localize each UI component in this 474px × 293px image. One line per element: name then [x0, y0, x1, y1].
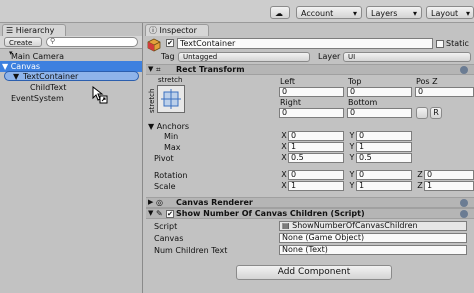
- account-dropdown[interactable]: Account ▾: [296, 6, 362, 19]
- create-button[interactable]: Create ▾: [4, 37, 42, 57]
- left-label: Left: [280, 77, 296, 86]
- min-x-field[interactable]: 0: [288, 131, 344, 141]
- max-x-field[interactable]: 1: [288, 142, 344, 152]
- anchor-preset-label-top: stretch: [158, 76, 183, 84]
- rotation-label: Rotation: [154, 171, 188, 180]
- script-file-icon: ▤: [282, 221, 290, 230]
- scale-z-field[interactable]: 1: [424, 181, 474, 191]
- canvas-renderer-icon: ◎: [156, 198, 163, 207]
- static-checkbox[interactable]: [436, 40, 444, 48]
- pivot-x-axis-label: X: [281, 153, 287, 162]
- scale-y-axis-label: Y: [349, 181, 355, 190]
- expand-arrow-icon: ▼: [148, 122, 155, 131]
- max-y-axis-label: Y: [349, 142, 355, 151]
- left-field[interactable]: 0: [279, 87, 344, 97]
- cloud-button[interactable]: ☁: [270, 6, 290, 19]
- gear-icon[interactable]: [460, 210, 468, 218]
- layout-dropdown[interactable]: Layout ▾: [426, 6, 474, 19]
- num-children-text-field[interactable]: None (Text): [279, 245, 467, 255]
- tag-label: Tag: [161, 52, 175, 61]
- static-label: Static: [446, 39, 469, 48]
- min-y-axis-label: Y: [349, 131, 355, 140]
- object-name-field[interactable]: TextContainer: [177, 38, 433, 49]
- rect-transform-title: Rect Transform: [176, 65, 245, 74]
- gear-icon[interactable]: [460, 199, 468, 207]
- scale-label: Scale: [154, 182, 176, 191]
- top-label: Top: [348, 77, 362, 86]
- rot-y-axis-label: Y: [349, 170, 355, 179]
- raw-edit-button[interactable]: R: [430, 107, 442, 119]
- canvas-object-field[interactable]: None (Game Object): [279, 233, 467, 243]
- right-field[interactable]: 0: [279, 108, 344, 118]
- posz-field[interactable]: 0: [415, 87, 474, 97]
- rot-z-axis-label: Z: [417, 170, 423, 179]
- scale-x-axis-label: X: [281, 181, 287, 190]
- canvas-label: Canvas: [154, 234, 184, 243]
- bottom-field[interactable]: 0: [347, 108, 412, 118]
- scale-y-field[interactable]: 1: [356, 181, 412, 191]
- posz-label: Pos Z: [416, 77, 438, 86]
- pivot-x-field[interactable]: 0.5: [288, 153, 344, 163]
- max-y-field[interactable]: 1: [356, 142, 412, 152]
- tab-hierarchy[interactable]: ☰ Hierarchy: [2, 24, 66, 36]
- hierarchy-item-eventsystem[interactable]: EventSystem: [0, 93, 151, 104]
- num-children-text-label: Num Children Text: [154, 246, 228, 255]
- tag-dropdown[interactable]: Untagged: [178, 52, 310, 62]
- help-icon[interactable]: [460, 66, 468, 74]
- layers-dropdown[interactable]: Layers ▾: [366, 6, 422, 19]
- script-component-title: Show Number Of Canvas Children (Script): [176, 209, 365, 218]
- expand-arrow-icon: ▼: [2, 62, 9, 71]
- script-field: ▤ ShowNumberOfCanvasChildren: [279, 221, 467, 231]
- info-icon: ⓘ: [149, 26, 157, 35]
- rotation-y-field[interactable]: 0: [356, 170, 412, 180]
- canvas-renderer-title: Canvas Renderer: [176, 198, 253, 207]
- gameobject-cube-icon: [147, 38, 161, 52]
- hierarchy-item-textcontainer[interactable]: ▼ TextContainer: [4, 71, 139, 81]
- script-label: Script: [154, 222, 178, 231]
- pivot-y-field[interactable]: 0.5: [356, 153, 412, 163]
- collapse-arrow-icon: ▶: [148, 198, 154, 206]
- list-icon: ☰: [6, 26, 14, 35]
- script-enabled-checkbox[interactable]: ✔: [166, 210, 174, 218]
- add-component-button[interactable]: Add Component: [236, 265, 392, 280]
- search-icon: ⚲: [50, 37, 56, 45]
- chevron-down-icon: ▾: [412, 9, 417, 18]
- rotation-x-field[interactable]: 0: [288, 170, 344, 180]
- chevron-down-icon: ▾: [352, 9, 357, 18]
- max-x-axis-label: X: [281, 142, 287, 151]
- drag-cursor-icon: [92, 85, 108, 104]
- rot-x-axis-label: X: [281, 170, 287, 179]
- pivot-y-axis-label: Y: [349, 153, 355, 162]
- min-x-axis-label: X: [281, 131, 287, 140]
- min-y-field[interactable]: 0: [356, 131, 412, 141]
- anchor-preset-button[interactable]: [157, 85, 185, 113]
- scale-z-axis-label: Z: [417, 181, 423, 190]
- chevron-down-icon: ▾: [465, 9, 470, 18]
- blueprint-button[interactable]: [416, 107, 428, 119]
- top-field[interactable]: 0: [347, 87, 412, 97]
- layer-label: Layer: [318, 52, 341, 61]
- min-label: Min: [164, 132, 179, 141]
- hierarchy-search-input[interactable]: ⚲: [46, 37, 138, 47]
- expand-arrow-icon: ▼: [148, 209, 154, 217]
- expand-arrow-icon: ▼: [13, 72, 20, 81]
- expand-arrow-icon: ▼: [148, 65, 154, 73]
- right-label: Right: [280, 98, 302, 107]
- max-label: Max: [164, 143, 181, 152]
- active-checkbox[interactable]: ✔: [166, 39, 174, 47]
- bottom-label: Bottom: [348, 98, 378, 107]
- script-icon: ✎: [156, 209, 163, 218]
- pivot-label: Pivot: [154, 154, 174, 163]
- rotation-z-field[interactable]: 0: [424, 170, 474, 180]
- scale-x-field[interactable]: 1: [288, 181, 344, 191]
- cloud-icon: ☁: [275, 9, 283, 18]
- tab-inspector[interactable]: ⓘ Inspector: [145, 24, 209, 36]
- rect-transform-icon: ⌗: [156, 65, 161, 74]
- layer-dropdown[interactable]: UI: [343, 52, 471, 62]
- anchor-preset-label-vertical: stretch: [148, 88, 156, 113]
